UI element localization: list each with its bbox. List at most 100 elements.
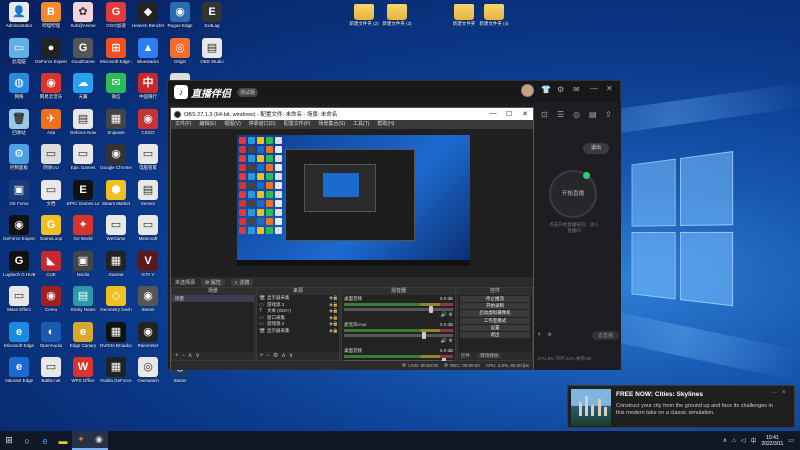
controls-dock[interactable]: 控件 停止推流 开始录制 启动虚拟摄像机 工作室模式 设置 退出 控件 转场特效 (457, 287, 533, 361)
desktop-icon[interactable]: ▣ Nvidia (67, 250, 99, 291)
desktop-icon[interactable]: ◉ 网易云音乐 (35, 73, 67, 113)
controls-tabs[interactable]: 控件 转场特效 (458, 352, 532, 360)
desktop-icon[interactable]: ◎ Origin (164, 37, 196, 78)
desktop-icon[interactable]: ▤ Sticky Notes (67, 286, 99, 326)
desktop-icon[interactable]: E ExitLag (196, 2, 228, 42)
toolbar-icon-2[interactable]: ☰ (557, 110, 564, 119)
volume-icon[interactable]: ◁ (741, 437, 746, 444)
desktop-icon[interactable]: ✿ Sub@Anime (67, 2, 99, 42)
mixer-dock[interactable]: 混音器 桌面音频 0.0 dB 🔊 ⚙ 麦克风/Aux 0.0 dB 🔊 ⚙ 桌面音频 0.0… (341, 287, 456, 370)
desktop-icon[interactable]: ▭ 电脑管家 (132, 144, 164, 184)
folder-icon[interactable]: 新建文件夹 (4) (478, 2, 510, 42)
go-live-box[interactable]: 去直播 (591, 330, 619, 340)
sources-dock-toolbar[interactable]: +−⚙∧∨ (257, 352, 339, 360)
mute-settings-icon[interactable]: 🔊 ⚙ (344, 312, 453, 318)
desktop-icon[interactable]: B 哔哩哔哩 (35, 2, 67, 42)
shirt-icon[interactable]: 👕 (541, 85, 551, 94)
desktop-icon[interactable]: ●GeForce Experience (35, 37, 67, 78)
zhibo-titlebar[interactable]: ♪ 直播伴侣 测试版 (168, 81, 620, 103)
toolbar-icon-4[interactable]: ▤ (589, 110, 597, 119)
volume-slider[interactable] (344, 306, 453, 313)
volume-slider[interactable] (344, 332, 453, 339)
message-icon[interactable]: ✉ (573, 85, 580, 94)
exit-button[interactable]: 退出 (583, 143, 609, 154)
menu-item[interactable]: 停靠窗口(D) (249, 120, 276, 129)
explorer-taskbar-icon[interactable]: ▬ (54, 431, 72, 450)
desktop-icon[interactable]: e Microsoft Edge (3, 321, 35, 362)
desktop-icon[interactable]: ✦ Go World (67, 215, 99, 255)
source-item[interactable]: 🖥 显示器采集 ◉🔒 (257, 328, 339, 335)
desktop-icon[interactable]: e Edge Canary (67, 321, 99, 362)
desktop-icon[interactable]: ✈ Aria (35, 108, 67, 149)
tray-arrow-icon[interactable]: ∧ (723, 437, 727, 444)
menu-item[interactable]: 帮助(H) (377, 120, 394, 129)
control-button[interactable]: 退出 (460, 331, 530, 339)
obs-preview[interactable] (171, 129, 533, 277)
desktop-icon[interactable]: ▭ WeGame (100, 215, 132, 255)
scenes-dock[interactable]: 场景 场景 +−∧∨ (171, 287, 255, 361)
start-button[interactable]: ⊞ (0, 431, 18, 450)
desktop-icon[interactable]: ✉ 微信 (100, 73, 132, 113)
folder-icon[interactable]: 新建文件夹 (448, 2, 480, 42)
control-button[interactable]: 启动虚拟摄像机 (460, 310, 530, 317)
clock[interactable]: 10:41 2022/3/11 (761, 435, 783, 447)
scene-item[interactable]: 场景 (172, 295, 254, 302)
menu-item[interactable]: 场景集合(S) (318, 120, 345, 129)
desktop-icon[interactable]: ▭ 网易UU (35, 144, 67, 184)
desktop-icon[interactable]: ☁ 天翼 (67, 73, 99, 113)
control-button[interactable]: 工作室模式 (460, 317, 530, 324)
desktop-icon[interactable]: ▤ Sensor (132, 179, 164, 220)
scenes-dock-toolbar[interactable]: +−∧∨ (172, 352, 254, 360)
desktop-icon[interactable]: ◣ CUE (35, 250, 67, 291)
desktop-icon[interactable]: ◉ Google Chrome (100, 144, 132, 184)
zhibo-taskbar-icon[interactable]: ✦ (72, 431, 90, 450)
desktop-icon[interactable]: ◆Heaven Benchmark (132, 2, 164, 42)
user-avatar[interactable] (521, 84, 534, 97)
desktop-icon[interactable]: G GameLoop (35, 215, 67, 255)
control-button[interactable]: 停止推流 (460, 296, 530, 303)
desktop-icon[interactable]: ▭ 此电脑 (3, 37, 35, 78)
menu-item[interactable]: 文件(F) (175, 120, 191, 129)
desktop-icon[interactable]: ◐ OpenAudio (35, 321, 67, 362)
filters-button[interactable]: ◐ 滤镜 (230, 278, 254, 286)
share-icon[interactable]: ⇪ (605, 110, 612, 119)
mute-settings-icon[interactable]: 🔊 ⚙ (344, 338, 453, 344)
desktop-icon[interactable]: EEPIC Games Launcher (67, 179, 99, 220)
desktop-icon[interactable]: ◇ Geometry Dash (100, 286, 132, 326)
slider-knob[interactable] (422, 332, 427, 339)
desktop-icon[interactable]: ◉GeForce Experience (3, 215, 35, 255)
desktop-icon[interactable]: ◍ 网络 (3, 73, 35, 113)
desktop-icon[interactable]: ▦NVIDIA Broadcast (100, 321, 132, 362)
maximize-icon[interactable]: ☐ (501, 110, 517, 118)
desktop-icon[interactable]: ⊞Microsoft Edge 2022 (100, 37, 132, 78)
desktop-icon[interactable]: ▣ GE Force (3, 179, 35, 220)
desktop-icon[interactable]: ▭ Battle.net (35, 357, 67, 397)
visibility-lock-icon[interactable]: ◉🔒 (329, 328, 339, 335)
desktop-icon[interactable]: V GTA V (132, 250, 164, 291)
menu-item[interactable]: 配置文件(P) (284, 120, 311, 129)
slider-knob[interactable] (429, 306, 434, 313)
epic-notification[interactable]: FREE NOW: Cities: Skylines Construct you… (567, 385, 795, 428)
more-options-icon[interactable]: ··· (771, 390, 777, 396)
desktop-icon[interactable]: ◉ CSGO (132, 108, 164, 149)
mixer-channel[interactable]: 桌面音频 0.0 dB 🔊 ⚙ (342, 295, 455, 321)
obs-titlebar[interactable]: OBS 27.1.3 (64-bit, windows) - 配置文件: 未命名… (171, 108, 533, 120)
desktop-icon[interactable]: 👤 Administrator (3, 2, 35, 42)
desktop-icon[interactable]: ▤ Geforce Now (67, 108, 99, 149)
network-icon[interactable]: ⌂ (732, 438, 736, 444)
notification-center-icon[interactable]: ▭ (788, 437, 794, 444)
ime-indicator[interactable]: 中 (750, 436, 756, 445)
desktop-icon[interactable]: ▦ Garena (100, 250, 132, 291)
desktop-icon[interactable]: 🗑 回收站 (3, 108, 35, 149)
close-icon[interactable]: ✕ (517, 110, 533, 118)
control-button[interactable]: 开始录制 (460, 303, 530, 310)
start-live-button[interactable]: 开始直播 (549, 170, 597, 218)
control-button[interactable]: 设置 (460, 324, 530, 331)
desktop-icon[interactable]: ▤ OBS Studio (196, 37, 228, 78)
settings-gear-icon[interactable]: ⚙ (547, 332, 551, 338)
sources-dock[interactable]: 来源 🖥 显示器采集 ◉🔒 ▭ 游戏源 3 ◉🔒 T 文本 (GDI+) ◉🔒 ▭ 窗口采集 ◉🔒 ▭ 游… (256, 287, 340, 361)
tab-transitions[interactable]: 转场特效 (477, 353, 502, 358)
mixer-channel[interactable]: 麦克风/Aux 0.0 dB 🔊 ⚙ (342, 321, 455, 347)
notification-close-icon[interactable]: × (782, 390, 786, 396)
desktop-icon[interactable]: ▭ 文档 (35, 179, 67, 220)
